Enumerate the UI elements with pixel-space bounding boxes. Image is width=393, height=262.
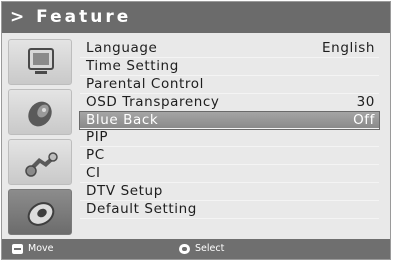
feature-icon — [27, 202, 55, 226]
menu-item-value: Off — [353, 111, 375, 128]
menu-item-osd-transparency[interactable]: OSD Transparency 30 — [80, 94, 379, 112]
move-key-icon — [12, 244, 23, 254]
menu-item-label: Default Setting — [86, 201, 197, 218]
move-hint-label: Move — [28, 243, 54, 254]
menu-item-label: PIP — [86, 129, 109, 146]
select-hint: Select — [179, 239, 224, 259]
menu-item-label: CI — [86, 165, 101, 182]
menu-title: > Feature — [2, 2, 390, 33]
menu-item-dtv-setup[interactable]: DTV Setup — [80, 183, 379, 202]
picture-icon — [28, 48, 54, 74]
menu-item-label: Language — [86, 40, 158, 56]
feature-menu-list: Language English Time Setting Parental C… — [79, 40, 380, 219]
menu-item-parental-control[interactable]: Parental Control — [80, 76, 379, 94]
menu-item-pc[interactable]: PC — [80, 147, 379, 166]
menu-item-label: Blue Back — [86, 111, 159, 128]
menu-item-value: 30 — [356, 93, 375, 110]
menu-item-pip[interactable]: PIP — [80, 129, 379, 148]
select-hint-label: Select — [195, 243, 225, 254]
move-hint: Move — [12, 239, 53, 259]
menu-item-label: Time Setting — [86, 57, 179, 74]
category-tile-picture[interactable] — [8, 39, 72, 85]
category-tile-channel[interactable] — [8, 139, 72, 185]
sound-icon — [28, 101, 52, 127]
menu-item-blue-back[interactable]: Blue Back Off — [79, 110, 380, 131]
osd-menu-window: > Feature Language English Time Setting … — [1, 1, 391, 260]
menu-item-ci[interactable]: CI — [80, 165, 379, 184]
menu-item-language[interactable]: Language English — [80, 40, 379, 58]
menu-item-label: PC — [86, 147, 105, 164]
category-tile-sound[interactable] — [8, 89, 72, 135]
channel-icon — [25, 152, 58, 177]
menu-item-value: English — [322, 40, 375, 56]
menu-item-label: Parental Control — [86, 75, 204, 92]
category-icon-column — [8, 39, 72, 235]
footer-hint-bar: Move Select — [2, 239, 390, 259]
menu-item-default-setting[interactable]: Default Setting — [80, 201, 379, 219]
menu-item-label: DTV Setup — [86, 183, 163, 200]
category-tile-feature[interactable] — [8, 189, 72, 235]
select-key-icon — [179, 244, 190, 254]
menu-item-time-setting[interactable]: Time Setting — [80, 58, 379, 76]
menu-item-label: OSD Transparency — [86, 93, 220, 110]
